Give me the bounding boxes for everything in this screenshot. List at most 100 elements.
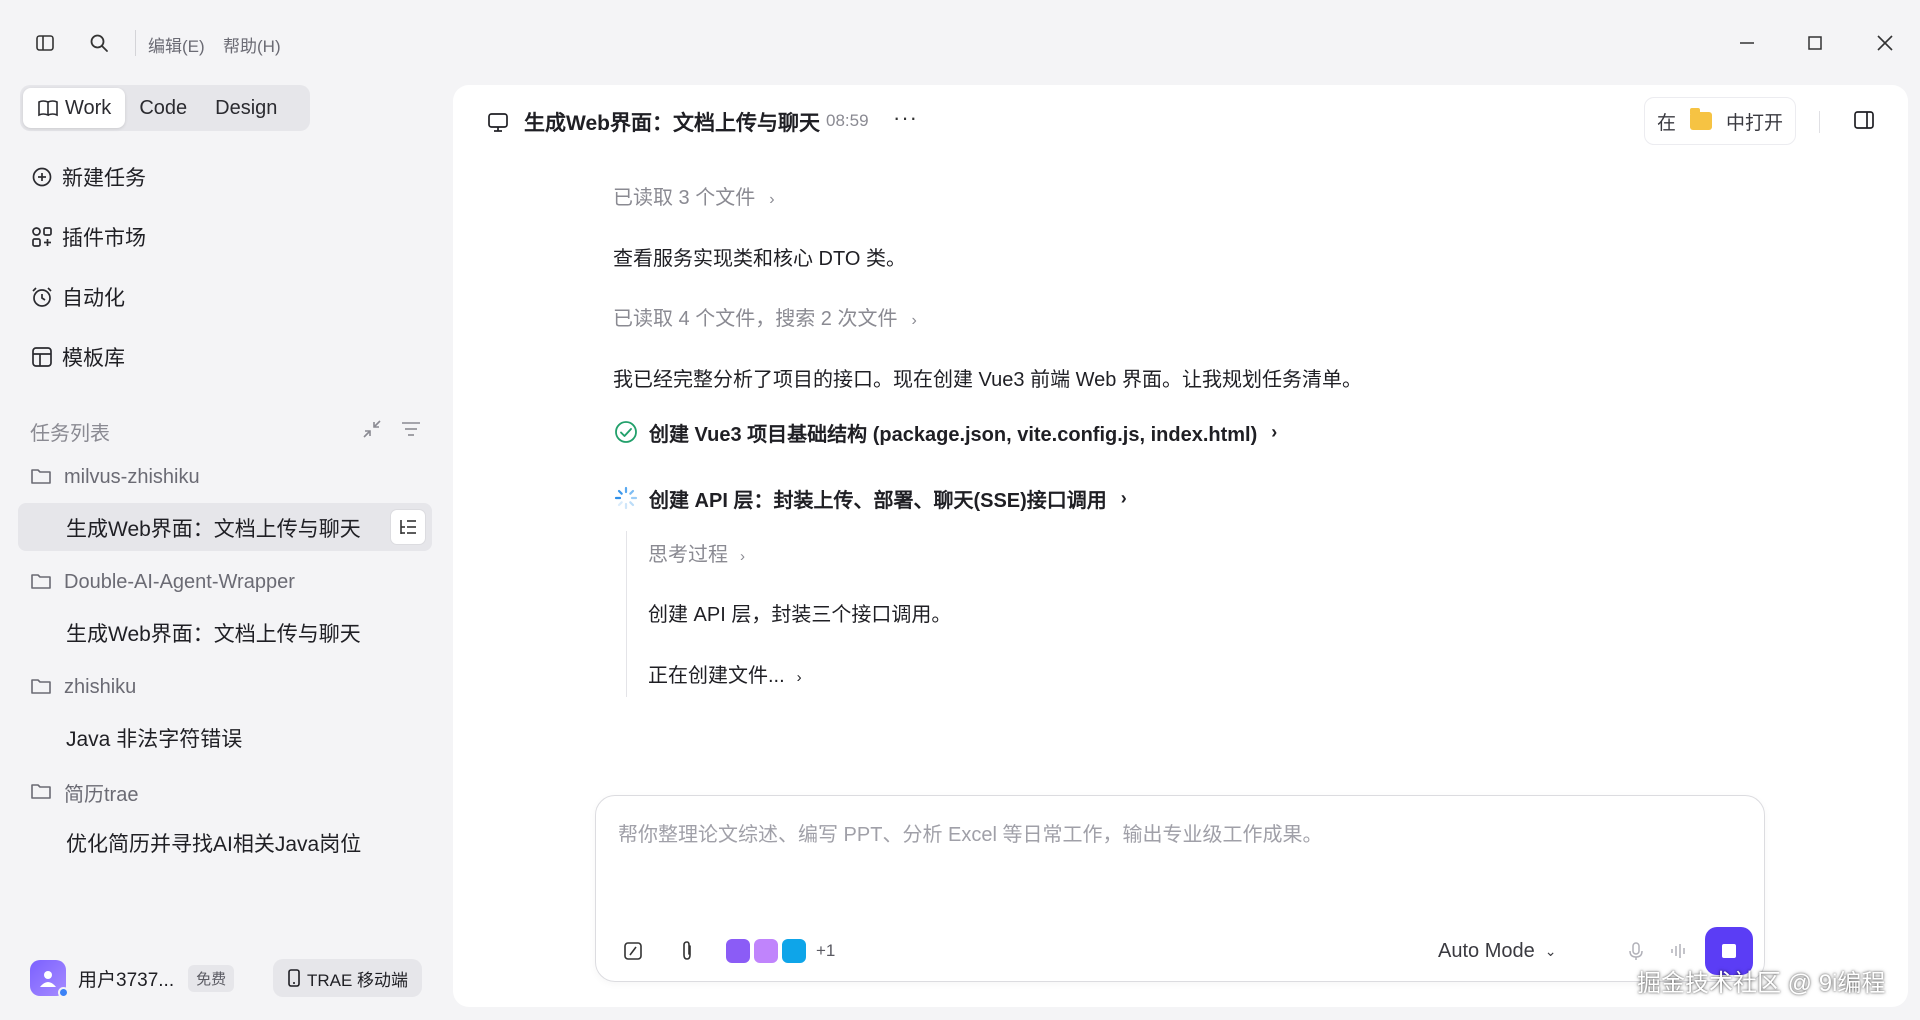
folder-item[interactable]: Double-AI-Agent-Wrapper — [30, 567, 295, 597]
thinking-label: 思考过程 — [648, 544, 728, 566]
filter-icon[interactable] — [400, 419, 422, 444]
step-label: 创建 API 层：封装上传、部署、聊天(SSE)接口调用 — [649, 489, 1107, 512]
folder-icon — [1690, 108, 1713, 130]
task-item-active[interactable]: 生成Web界面：文档上传与聊天 — [18, 503, 432, 551]
mode-tab-label: Code — [139, 96, 188, 119]
mode-tab-label: Work — [65, 96, 112, 119]
book-icon — [37, 99, 59, 117]
plugin-market-icon — [30, 225, 54, 249]
nav-plugin-market[interactable]: 插件市场 — [30, 221, 146, 253]
assistant-message: 我已经完整分析了项目的接口。现在创建 Vue3 前端 Web 界面。让我规划任务… — [613, 369, 1362, 391]
task-item[interactable]: Java 非法字符错误 — [66, 723, 242, 753]
mobile-app-button[interactable]: TRAE 移动端 — [273, 959, 423, 997]
new-task-icon — [30, 165, 54, 189]
chevron-right-icon: › — [796, 669, 802, 686]
mode-tab-work[interactable]: Work — [23, 88, 126, 128]
thinking-toggle[interactable]: 思考过程 › — [648, 538, 745, 567]
chevron-right-icon: › — [769, 191, 775, 208]
menu-help[interactable]: 帮助(H) — [223, 32, 281, 57]
folder-icon — [30, 781, 52, 803]
edit-mode-icon[interactable] — [618, 936, 648, 966]
mode-select[interactable]: Auto Mode ⌄ — [1438, 936, 1556, 966]
chat-title: 生成Web界面：文档上传与聊天 — [524, 112, 820, 135]
video-plugin-icon — [726, 939, 750, 963]
task-step-done[interactable]: 创建 Vue3 项目基础结构 (package.json, vite.confi… — [613, 417, 1277, 447]
user-area[interactable]: 用户3737... 免费 — [30, 958, 235, 998]
nav-new-task[interactable]: 新建任务 — [30, 161, 146, 193]
creating-label: 正在创建文件... — [648, 665, 785, 687]
avatar[interactable] — [30, 960, 69, 998]
folder-icon — [30, 571, 52, 593]
folder-label: 简历trae — [64, 783, 139, 806]
task-item[interactable]: 生成Web界面：文档上传与聊天 — [66, 618, 361, 648]
phone-icon — [287, 969, 301, 987]
read-files-summary[interactable]: 已读取 3 个文件 › — [613, 181, 775, 210]
task-item[interactable]: 优化简历并寻找AI相关Java岗位 — [66, 828, 361, 858]
check-circle-icon — [613, 419, 639, 445]
plugin-more-count: +1 — [816, 941, 836, 960]
status-dot — [58, 987, 69, 998]
chevron-right-icon: › — [1271, 421, 1278, 442]
folder-item[interactable]: 简历trae — [30, 777, 138, 807]
folder-label: zhishiku — [64, 675, 137, 698]
nav-automation[interactable]: 自动化 — [30, 281, 125, 313]
folder-label: Double-AI-Agent-Wrapper — [64, 570, 295, 593]
folder-item[interactable]: milvus-zhishiku — [30, 462, 200, 492]
tasks-title: 任务列表 — [30, 422, 110, 445]
maximize-button[interactable] — [1800, 28, 1830, 58]
folder-icon — [30, 676, 52, 698]
side-panel-icon[interactable] — [1853, 109, 1875, 136]
prompt-input[interactable] — [618, 818, 1738, 878]
spinner-icon — [613, 485, 639, 511]
minimize-button[interactable] — [1732, 28, 1762, 58]
template-icon — [30, 345, 54, 369]
user-icon — [40, 971, 56, 987]
mode-tab-code[interactable]: Code — [125, 88, 201, 128]
chevron-right-icon: › — [740, 548, 745, 565]
folder-icon — [30, 466, 52, 488]
image-plugin-icon — [754, 939, 778, 963]
voice-wave-icon[interactable] — [1663, 936, 1693, 966]
read-files-summary[interactable]: 已读取 4 个文件，搜索 2 次文件 › — [613, 302, 917, 331]
mode-tab-label: Design — [215, 96, 278, 119]
titlebar-divider — [135, 30, 136, 56]
creating-files-status[interactable]: 正在创建文件... › — [648, 659, 802, 688]
menu-edit[interactable]: 编辑(E) — [148, 32, 205, 57]
microphone-icon[interactable] — [1621, 936, 1651, 966]
chevron-right-icon: › — [911, 312, 917, 329]
open-in-suffix: 中打开 — [1726, 112, 1784, 134]
search-icon[interactable] — [86, 30, 112, 56]
chat-time: 08:59 — [826, 111, 869, 130]
read-files-text: 已读取 4 个文件，搜索 2 次文件 — [613, 308, 898, 330]
read-files-text: 已读取 3 个文件 — [613, 187, 756, 209]
thread-line — [626, 531, 627, 697]
step-label: 创建 Vue3 项目基础结构 (package.json, vite.confi… — [649, 423, 1258, 446]
task-outline-button[interactable] — [390, 509, 426, 545]
nav-label: 插件市场 — [62, 227, 146, 250]
chevron-right-icon: › — [1120, 487, 1127, 508]
folder-label: milvus-zhishiku — [64, 465, 200, 488]
plan-badge: 免费 — [188, 964, 235, 992]
assistant-message: 查看服务实现类和核心 DTO 类。 — [613, 248, 906, 270]
header-divider — [1819, 111, 1820, 133]
mode-tab-design[interactable]: Design — [201, 88, 291, 128]
plugin-list[interactable]: +1 — [726, 936, 835, 966]
design-plugin-icon — [782, 939, 806, 963]
folder-item[interactable]: zhishiku — [30, 672, 136, 702]
alarm-clock-icon — [30, 285, 54, 309]
mobile-label: TRAE 移动端 — [307, 970, 409, 990]
open-in-folder-button[interactable]: 在 中打开 — [1644, 97, 1797, 145]
task-step-running[interactable]: 创建 API 层：封装上传、部署、聊天(SSE)接口调用 › — [613, 483, 1127, 513]
nav-template-library[interactable]: 模板库 — [30, 341, 125, 373]
attach-icon[interactable] — [672, 936, 702, 966]
close-button[interactable] — [1870, 28, 1900, 58]
open-in-prefix: 在 — [1657, 112, 1677, 134]
chat-header: 生成Web界面：文档上传与聊天 08:59 ··· 在 中打开 — [453, 85, 1908, 157]
title-bar: 编辑(E) 帮助(H) — [0, 0, 1920, 84]
watermark: 掘金技术社区 @ 9i编程 — [1637, 970, 1886, 997]
sidebar-toggle-icon[interactable] — [32, 30, 58, 56]
nav-label: 自动化 — [62, 287, 125, 310]
collapse-icon[interactable] — [362, 419, 382, 444]
task-label: 生成Web界面：文档上传与聊天 — [66, 518, 361, 541]
more-options-button[interactable]: ··· — [893, 105, 918, 131]
